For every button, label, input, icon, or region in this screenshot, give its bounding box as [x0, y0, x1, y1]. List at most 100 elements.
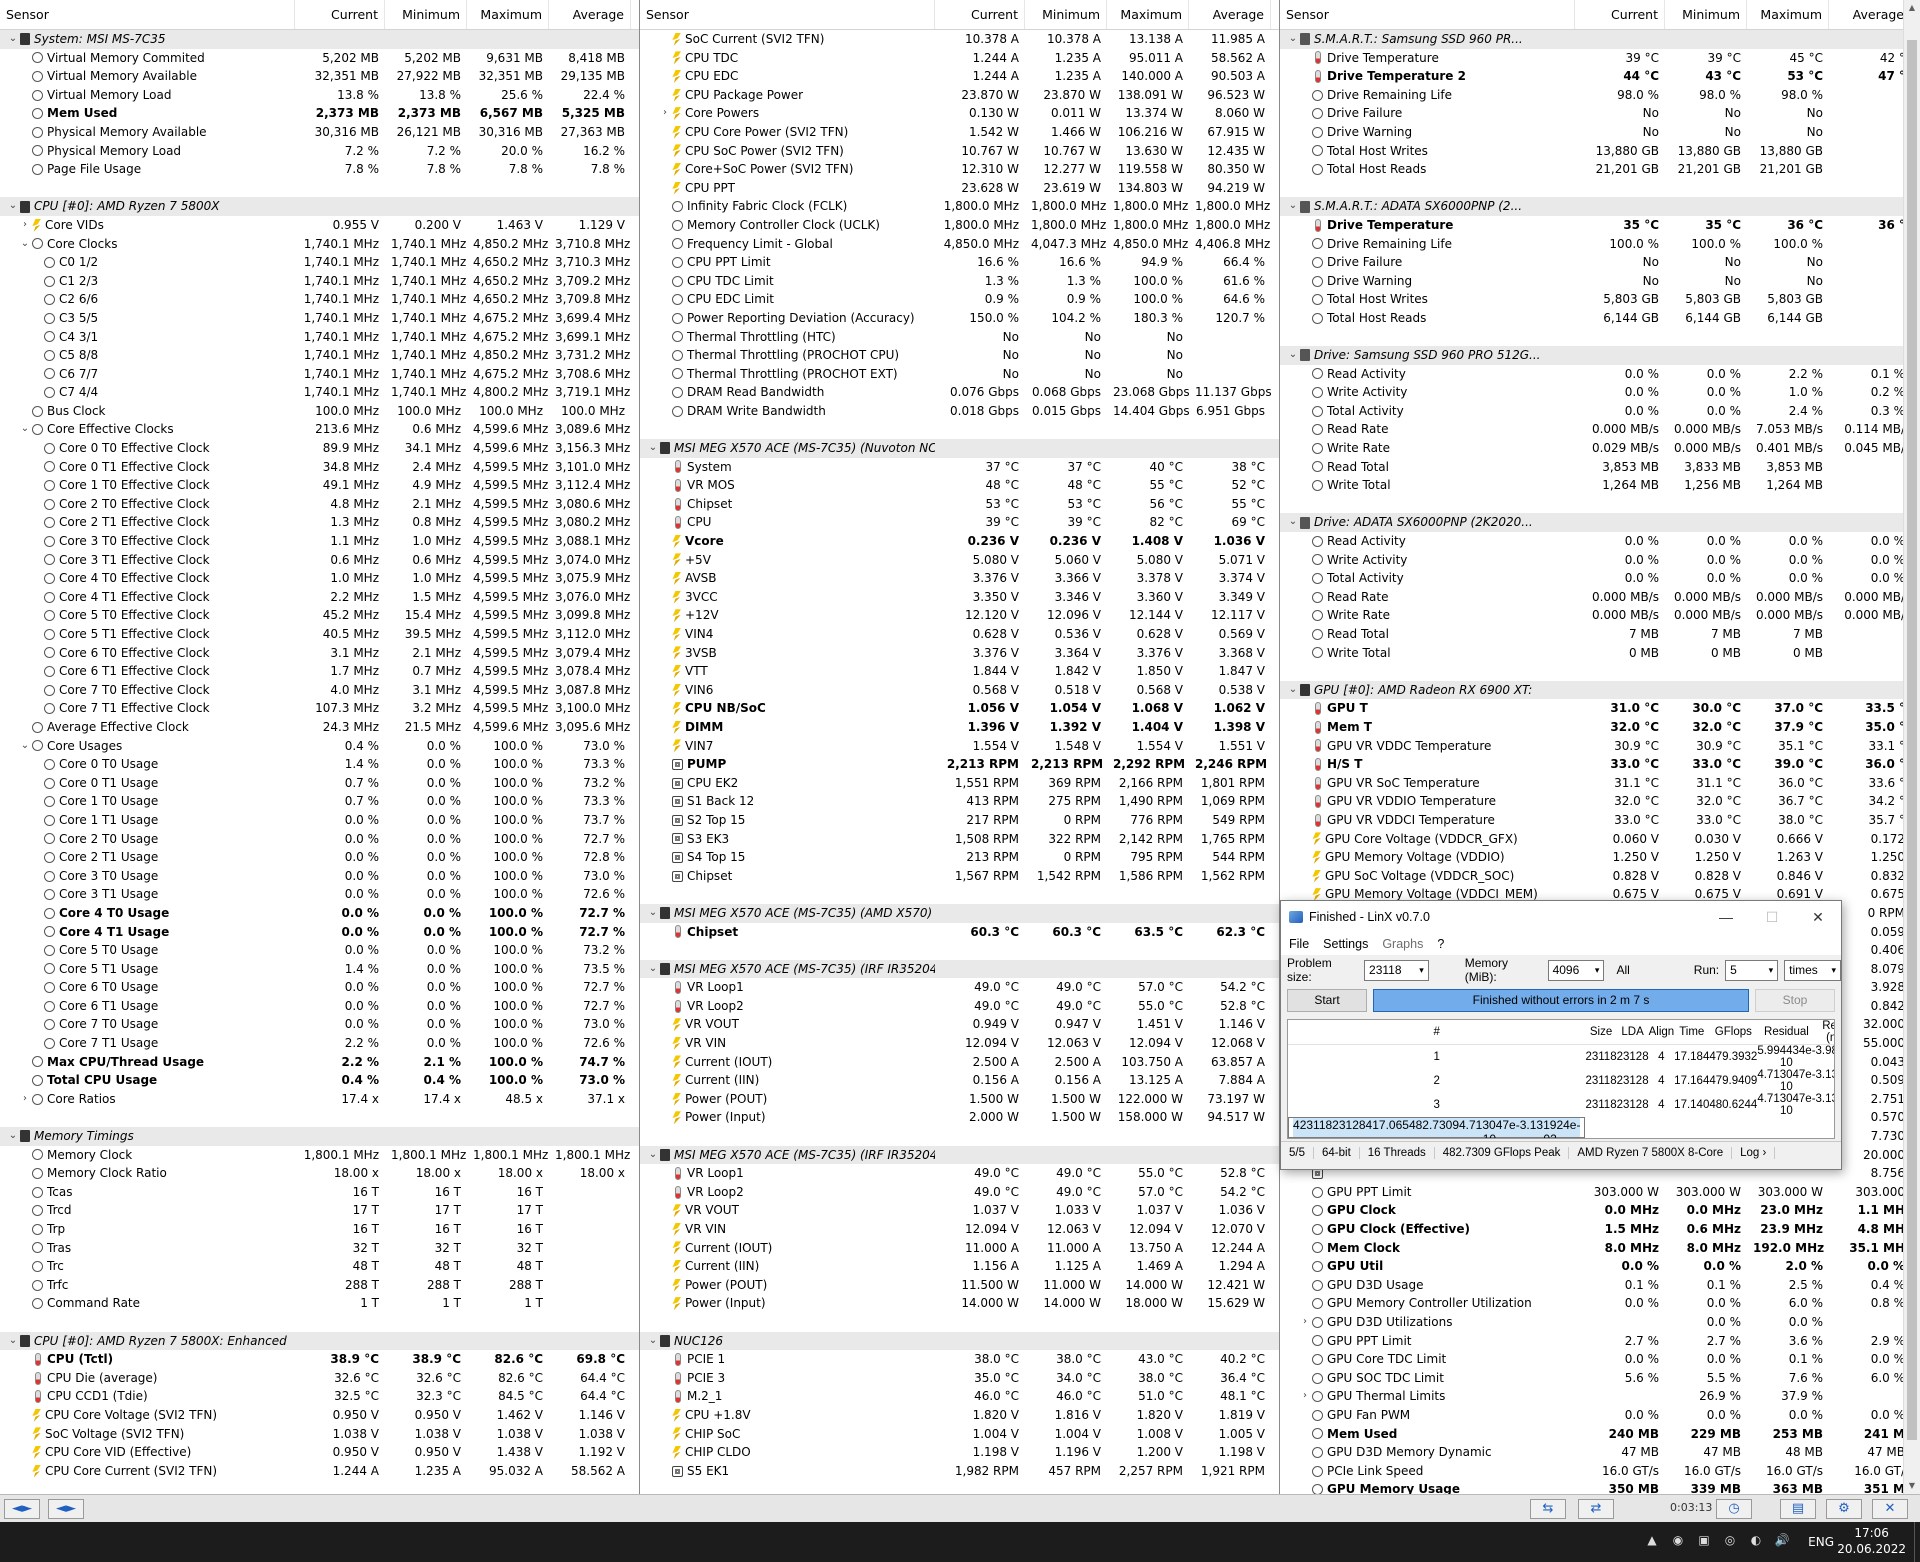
- sensor-panel-2[interactable]: Sensor Current Minimum Maximum Average SoC Cu…: [640, 0, 1280, 1494]
- sensor-group-header[interactable]: ⌄ S.M.A.R.T.: ADATA SX6000PNP (2...: [1280, 197, 1920, 216]
- taskbar-clock[interactable]: 17:06 20.06.2022: [1837, 1525, 1906, 1557]
- sensor-row[interactable]: ⌄ Core Clocks 1,740.1 MHz 1,740.1 MHz 4,850.…: [0, 235, 639, 254]
- results-column-size[interactable]: Size: [1585, 1020, 1617, 1045]
- sensor-row[interactable]: PUMP 2,213 RPM 2,213 RPM 2,292 RPM 2,246 RPM: [640, 755, 1279, 774]
- sensor-row[interactable]: Core 4 T1 Effective Clock 2.2 MHz 1.5 MHz 4…: [0, 588, 639, 607]
- sensor-row[interactable]: DIMM 1.396 V 1.392 V 1.404 V 1.398 V: [640, 718, 1279, 737]
- show-desktop-button[interactable]: [1914, 1522, 1920, 1562]
- sensor-row[interactable]: Current (IIN) 0.156 A 0.156 A 13.125 A 7.884…: [640, 1071, 1279, 1090]
- sensor-row[interactable]: VR Loop2 49.0 °C 49.0 °C 55.0 °C 52.8 °C: [640, 997, 1279, 1016]
- column-header-maximum[interactable]: Maximum: [1747, 0, 1829, 29]
- expand-toggle-icon[interactable]: ›: [18, 1090, 32, 1109]
- sensor-row[interactable]: VR MOS 48 °C 48 °C 55 °C 52 °C: [640, 476, 1279, 495]
- tray-icon-1[interactable]: ◉: [1670, 1533, 1686, 1547]
- problem-size-select[interactable]: 23118 ▾: [1364, 959, 1429, 981]
- sensor-row[interactable]: CPU Die (average) 32.6 °C 32.6 °C 82.6 °C 64…: [0, 1369, 639, 1388]
- sensor-row[interactable]: GPU PPT Limit 2.7 % 2.7 % 3.6 % 2.9 %: [1280, 1332, 1920, 1351]
- sensor-group-header[interactable]: ⌄ Memory Timings: [0, 1127, 639, 1146]
- sensor-row[interactable]: GPU VR SoC Temperature 31.1 °C 31.1 °C 36.0…: [1280, 774, 1920, 793]
- sensor-row[interactable]: Write Total 1,264 MB 1,256 MB 1,264 MB: [1280, 476, 1920, 495]
- column-header-minimum[interactable]: Minimum: [1025, 0, 1107, 29]
- sensor-row[interactable]: › GPU D3D Utilizations 0.0 % 0.0 %: [1280, 1313, 1920, 1332]
- sensor-row[interactable]: GPU T 31.0 °C 30.0 °C 37.0 °C 33.5 °: [1280, 699, 1920, 718]
- clock-icon[interactable]: ◷: [1716, 1499, 1752, 1519]
- sensor-row[interactable]: VR VIN 12.094 V 12.063 V 12.094 V 12.068 V: [640, 1034, 1279, 1053]
- column-header-minimum[interactable]: Minimum: [385, 0, 467, 29]
- column-header-maximum[interactable]: Maximum: [1107, 0, 1189, 29]
- column-header-current[interactable]: Current: [935, 0, 1025, 29]
- sensor-row[interactable]: C7 4/4 1,740.1 MHz 1,740.1 MHz 4,800.2 MHz 3…: [0, 383, 639, 402]
- collapse-toggle-icon[interactable]: ⌄: [6, 1127, 20, 1146]
- sensor-group-header[interactable]: ⌄ CPU [#0]: AMD Ryzen 7 5800X: [0, 197, 639, 216]
- sensor-row[interactable]: Core 5 T0 Effective Clock 45.2 MHz 15.4 MH…: [0, 606, 639, 625]
- sensor-row[interactable]: Read Total 7 MB 7 MB 7 MB: [1280, 625, 1920, 644]
- sensor-row[interactable]: Drive Remaining Life 98.0 % 98.0 % 98.0 %: [1280, 86, 1920, 105]
- sensor-row[interactable]: GPU VR VDDC Temperature 30.9 °C 30.9 °C 35.…: [1280, 737, 1920, 756]
- sensor-row[interactable]: Core 1 T0 Usage 0.7 % 0.0 % 100.0 % 73.3 %: [0, 792, 639, 811]
- sensor-row[interactable]: CPU Core Voltage (SVI2 TFN) 0.950 V 0.950 …: [0, 1406, 639, 1425]
- sensor-row[interactable]: CHIP CLDO 1.198 V 1.196 V 1.200 V 1.198 V: [640, 1443, 1279, 1462]
- sensor-row[interactable]: C6 7/7 1,740.1 MHz 1,740.1 MHz 4,675.2 MHz 3…: [0, 365, 639, 384]
- run-select[interactable]: 5 ▾: [1725, 959, 1779, 981]
- tray-icon-5[interactable]: 🔊: [1774, 1533, 1790, 1547]
- sensor-row[interactable]: Core 2 T0 Effective Clock 4.8 MHz 2.1 MHz 4…: [0, 495, 639, 514]
- sensor-row[interactable]: GPU D3D Memory Dynamic 47 MB 47 MB 48 MB 47 …: [1280, 1443, 1920, 1462]
- sensor-row[interactable]: Read Rate 0.000 MB/s 0.000 MB/s 7.053 MB/s 0…: [1280, 420, 1920, 439]
- sensor-row[interactable]: GPU Fan PWM 0.0 % 0.0 % 0.0 % 0.0 %: [1280, 1406, 1920, 1425]
- sensor-row[interactable]: 3VCC 3.350 V 3.346 V 3.360 V 3.349 V: [640, 588, 1279, 607]
- sensor-row[interactable]: Max CPU/Thread Usage 2.2 % 2.1 % 100.0 % 74.…: [0, 1053, 639, 1072]
- sensor-row[interactable]: CPU Package Power 23.870 W 23.870 W 138.091…: [640, 86, 1279, 105]
- sensor-group-header[interactable]: ⌄ MSI MEG X570 ACE (MS-7C35) (IRF IR35204…: [640, 959, 1279, 979]
- sensor-row[interactable]: Total CPU Usage 0.4 % 0.4 % 100.0 % 73.0 %: [0, 1071, 639, 1090]
- sensor-row[interactable]: DRAM Read Bandwidth 0.076 Gbps 0.068 Gbps 2…: [640, 383, 1279, 402]
- sensor-row[interactable]: Core 1 T0 Effective Clock 49.1 MHz 4.9 MHz…: [0, 476, 639, 495]
- results-column-residual-norm[interactable]: Residual (norm.): [1815, 1020, 1834, 1045]
- sensor-group-header[interactable]: ⌄ MSI MEG X570 ACE (MS-7C35) (Nuvoton NCT…: [640, 439, 1279, 458]
- sensor-row[interactable]: GPU PPT Limit 303.000 W 303.000 W 303.000 W…: [1280, 1183, 1920, 1202]
- sensor-row[interactable]: C5 8/8 1,740.1 MHz 1,740.1 MHz 4,850.2 MHz 3…: [0, 346, 639, 365]
- sensor-row[interactable]: Write Activity 0.0 % 0.0 % 1.0 % 0.2 %: [1280, 383, 1920, 402]
- all-option[interactable]: All: [1616, 963, 1629, 977]
- sensor-row[interactable]: Trfc 288 T 288 T 288 T: [0, 1276, 639, 1295]
- sensor-group-header[interactable]: ⌄ S.M.A.R.T.: Samsung SSD 960 PR...: [1280, 30, 1920, 49]
- sensor-row[interactable]: Total Activity 0.0 % 0.0 % 2.4 % 0.3 %: [1280, 402, 1920, 421]
- sensor-row[interactable]: Read Activity 0.0 % 0.0 % 2.2 % 0.1 %: [1280, 365, 1920, 384]
- collapse-toggle-icon[interactable]: ⌄: [1286, 197, 1300, 216]
- tray-icon-4[interactable]: ◐: [1748, 1533, 1764, 1547]
- sensor-group-header[interactable]: ⌄ MSI MEG X570 ACE (MS-7C35) (IRF IR35204…: [640, 1145, 1279, 1165]
- sensor-row[interactable]: GPU Util 0.0 % 0.0 % 2.0 % 0.0 %: [1280, 1257, 1920, 1276]
- sensor-row[interactable]: CPU EK2 1,551 RPM 369 RPM 2,166 RPM 1,801 RP…: [640, 774, 1279, 793]
- sensor-row[interactable]: CPU 39 °C 39 °C 82 °C 69 °C: [640, 513, 1279, 532]
- column-header-sensor[interactable]: Sensor: [1280, 0, 1575, 29]
- sensor-row[interactable]: VR VIN 12.094 V 12.063 V 12.094 V 12.070 V: [640, 1220, 1279, 1239]
- sensor-row[interactable]: Drive Remaining Life 100.0 % 100.0 % 100.0 …: [1280, 235, 1920, 254]
- tray-icon-0[interactable]: ▲: [1644, 1533, 1660, 1547]
- sensor-row[interactable]: GPU Clock 0.0 MHz 0.0 MHz 23.0 MHz 1.1 MH: [1280, 1201, 1920, 1220]
- sensor-row[interactable]: Total Host Writes 13,880 GB 13,880 GB 13,88…: [1280, 142, 1920, 161]
- sensor-row[interactable]: Core 0 T1 Effective Clock 34.8 MHz 2.4 MHz…: [0, 458, 639, 477]
- memory-select[interactable]: 4096 ▾: [1547, 959, 1605, 981]
- collapse-toggle-icon[interactable]: ⌄: [646, 439, 660, 458]
- nav-button-1[interactable]: ◄►: [4, 1499, 40, 1519]
- scroll-thumb[interactable]: [1907, 40, 1917, 1440]
- sensor-group-header[interactable]: ⌄ System: MSI MS-7C35: [0, 30, 639, 49]
- sensor-row[interactable]: CPU CCD1 (Tdie) 32.5 °C 32.3 °C 84.5 °C 64.4…: [0, 1387, 639, 1406]
- sensor-row[interactable]: Core 4 T1 Usage 0.0 % 0.0 % 100.0 % 72.7 %: [0, 923, 639, 942]
- menu-help[interactable]: ?: [1437, 937, 1444, 951]
- results-column-time[interactable]: Time: [1674, 1020, 1710, 1045]
- sensor-row[interactable]: CPU TDC 1.244 A 1.235 A 95.011 A 58.562 A: [640, 49, 1279, 68]
- collapse-toggle-icon[interactable]: ⌄: [1286, 30, 1300, 49]
- sensor-row[interactable]: Core 3 T1 Usage 0.0 % 0.0 % 100.0 % 72.6 %: [0, 885, 639, 904]
- sensor-row[interactable]: Read Total 3,853 MB 3,833 MB 3,853 MB: [1280, 458, 1920, 477]
- sensor-row[interactable]: AVSB 3.376 V 3.366 V 3.378 V 3.374 V: [640, 569, 1279, 588]
- sensor-row[interactable]: Page File Usage 7.8 % 7.8 % 7.8 % 7.8 %: [0, 160, 639, 179]
- sensor-row[interactable]: VR Loop1 49.0 °C 49.0 °C 57.0 °C 54.2 °C: [640, 978, 1279, 997]
- sensor-row[interactable]: H/S T 33.0 °C 33.0 °C 39.0 °C 36.0 °: [1280, 755, 1920, 774]
- sensor-row[interactable]: PCIE 1 38.0 °C 38.0 °C 43.0 °C 40.2 °C: [640, 1350, 1279, 1369]
- sensor-row[interactable]: Mem Used 2,373 MB 2,373 MB 6,567 MB 5,325 MB: [0, 104, 639, 123]
- sensor-row[interactable]: Core 7 T0 Usage 0.0 % 0.0 % 100.0 % 73.0 %: [0, 1015, 639, 1034]
- menu-graphs[interactable]: Graphs: [1382, 937, 1423, 951]
- sensor-row[interactable]: Drive Temperature 39 °C 39 °C 45 °C 42 °: [1280, 49, 1920, 68]
- collapse-toggle-icon[interactable]: ⌄: [1286, 346, 1300, 365]
- sensor-row[interactable]: CPU TDC Limit 1.3 % 1.3 % 100.0 % 61.6 %: [640, 272, 1279, 291]
